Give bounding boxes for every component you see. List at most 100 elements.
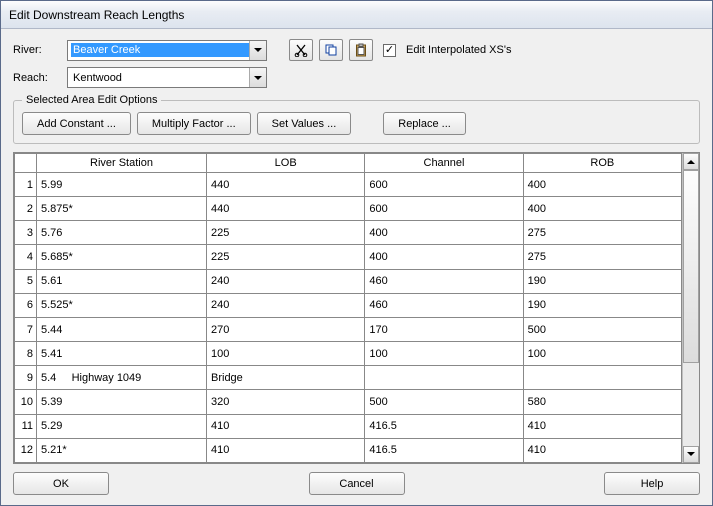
header-channel[interactable]: Channel	[365, 154, 523, 173]
cell-channel[interactable]: 600	[365, 173, 523, 197]
header-station[interactable]: River Station	[37, 154, 207, 173]
cell-rob[interactable]: 190	[523, 269, 681, 293]
river-value: Beaver Creek	[71, 43, 249, 57]
table-row[interactable]: 25.875*440600400	[15, 197, 682, 221]
cell-station[interactable]: 5.4 Highway 1049	[37, 366, 207, 390]
header-row: River Station LOB Channel ROB	[15, 154, 682, 173]
river-label: River:	[13, 44, 61, 56]
cell-station[interactable]: 5.21*	[37, 438, 207, 462]
add-constant-button[interactable]: Add Constant ...	[22, 112, 131, 135]
table-row[interactable]: 85.41100100100	[15, 342, 682, 366]
chevron-down-icon[interactable]	[249, 68, 266, 87]
copy-button[interactable]	[319, 39, 343, 61]
cell-rob[interactable]: 580	[523, 390, 681, 414]
cell-channel[interactable]: 460	[365, 293, 523, 317]
cell-station[interactable]: 5.875*	[37, 197, 207, 221]
table-row[interactable]: 35.76225400275	[15, 221, 682, 245]
cell-rob[interactable]: 410	[523, 438, 681, 462]
cell-rob[interactable]: 100	[523, 342, 681, 366]
row-number: 8	[15, 342, 37, 366]
scroll-track[interactable]	[683, 170, 699, 446]
vertical-scrollbar[interactable]	[682, 153, 699, 463]
cell-lob[interactable]: 440	[207, 173, 365, 197]
table-row[interactable]: 95.4 Highway 1049Bridge	[15, 366, 682, 390]
table-row[interactable]: 75.44270170500	[15, 317, 682, 341]
replace-button[interactable]: Replace ...	[383, 112, 466, 135]
cell-rob[interactable]: 275	[523, 221, 681, 245]
cancel-button[interactable]: Cancel	[309, 472, 405, 495]
table-row[interactable]: 15.99440600400	[15, 173, 682, 197]
footer: OK Cancel Help	[13, 470, 700, 499]
cell-channel[interactable]: 416.5	[365, 438, 523, 462]
cell-channel[interactable]: 500	[365, 390, 523, 414]
cell-channel[interactable]: 170	[365, 317, 523, 341]
cell-lob[interactable]: 270	[207, 317, 365, 341]
scroll-down-icon[interactable]	[683, 446, 699, 463]
header-blank	[15, 154, 37, 173]
row-number: 1	[15, 173, 37, 197]
row-number: 12	[15, 438, 37, 462]
table-row[interactable]: 45.685*225400275	[15, 245, 682, 269]
cell-rob[interactable]: 190	[523, 293, 681, 317]
data-table[interactable]: River Station LOB Channel ROB 15.9944060…	[14, 153, 682, 463]
cell-rob[interactable]: 400	[523, 197, 681, 221]
content-area: River: Beaver Creek Edit Interpolated XS…	[1, 29, 712, 505]
cell-channel[interactable]: 416.5	[365, 414, 523, 438]
cell-rob[interactable]: 400	[523, 173, 681, 197]
scissors-icon	[294, 43, 308, 57]
cell-lob[interactable]: 225	[207, 245, 365, 269]
cell-lob[interactable]: 410	[207, 414, 365, 438]
cell-lob[interactable]: 240	[207, 269, 365, 293]
reach-value: Kentwood	[71, 71, 249, 85]
cell-lob[interactable]: 100	[207, 342, 365, 366]
table-row[interactable]: 125.21*410416.5410	[15, 438, 682, 462]
cell-station[interactable]: 5.99	[37, 173, 207, 197]
table-row[interactable]: 65.525*240460190	[15, 293, 682, 317]
cell-station[interactable]: 5.525*	[37, 293, 207, 317]
river-row: River: Beaver Creek Edit Interpolated XS…	[13, 39, 700, 61]
table-row[interactable]: 115.29410416.5410	[15, 414, 682, 438]
header-rob[interactable]: ROB	[523, 154, 681, 173]
paste-button[interactable]	[349, 39, 373, 61]
cell-station[interactable]: 5.76	[37, 221, 207, 245]
chevron-down-icon[interactable]	[249, 41, 266, 60]
cell-station[interactable]: 5.61	[37, 269, 207, 293]
cell-lob[interactable]: 225	[207, 221, 365, 245]
cut-button[interactable]	[289, 39, 313, 61]
cell-lob[interactable]: 240	[207, 293, 365, 317]
scroll-thumb[interactable]	[683, 170, 699, 363]
ok-button[interactable]: OK	[13, 472, 109, 495]
cell-channel[interactable]: 460	[365, 269, 523, 293]
cell-station[interactable]: 5.685*	[37, 245, 207, 269]
cell-channel[interactable]: 600	[365, 197, 523, 221]
cell-lob[interactable]: 440	[207, 197, 365, 221]
cell-rob[interactable]: 275	[523, 245, 681, 269]
row-number: 6	[15, 293, 37, 317]
reach-combo[interactable]: Kentwood	[67, 67, 267, 88]
cell-rob[interactable]	[523, 366, 681, 390]
river-combo[interactable]: Beaver Creek	[67, 40, 267, 61]
cell-rob[interactable]: 500	[523, 317, 681, 341]
cell-channel[interactable]: 400	[365, 245, 523, 269]
cell-rob[interactable]: 410	[523, 414, 681, 438]
scroll-up-icon[interactable]	[683, 153, 699, 170]
set-values-button[interactable]: Set Values ...	[257, 112, 352, 135]
header-lob[interactable]: LOB	[207, 154, 365, 173]
window-title: Edit Downstream Reach Lengths	[9, 8, 184, 22]
cell-channel[interactable]	[365, 366, 523, 390]
cell-channel[interactable]: 100	[365, 342, 523, 366]
cell-station[interactable]: 5.29	[37, 414, 207, 438]
table-wrap: River Station LOB Channel ROB 15.9944060…	[13, 152, 700, 464]
table-row[interactable]: 105.39320500580	[15, 390, 682, 414]
multiply-factor-button[interactable]: Multiply Factor ...	[137, 112, 251, 135]
help-button[interactable]: Help	[604, 472, 700, 495]
cell-station[interactable]: 5.39	[37, 390, 207, 414]
cell-lob[interactable]: 320	[207, 390, 365, 414]
cell-station[interactable]: 5.44	[37, 317, 207, 341]
table-row[interactable]: 55.61240460190	[15, 269, 682, 293]
cell-lob[interactable]: 410	[207, 438, 365, 462]
cell-channel[interactable]: 400	[365, 221, 523, 245]
edit-interp-checkbox[interactable]	[383, 44, 396, 57]
cell-station[interactable]: 5.41	[37, 342, 207, 366]
cell-lob[interactable]: Bridge	[207, 366, 365, 390]
